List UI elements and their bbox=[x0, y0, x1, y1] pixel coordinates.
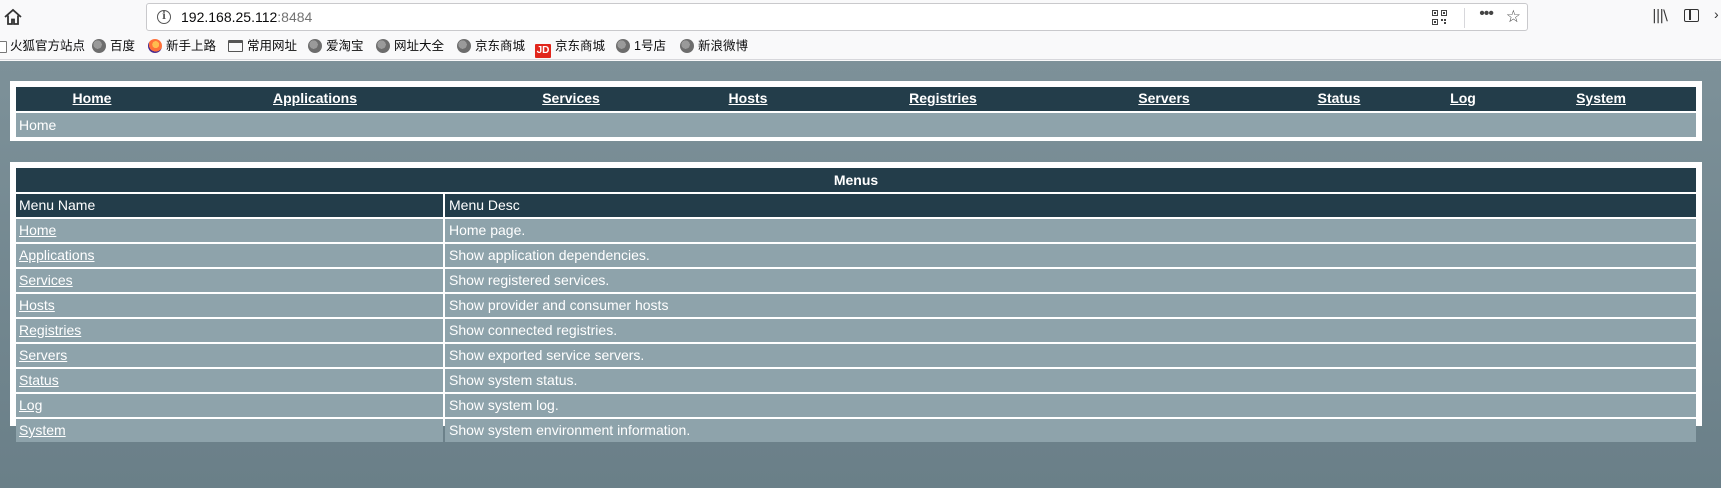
bookmark-label: 新手上路 bbox=[166, 39, 217, 53]
page-content: Home Applications Services Hosts Registr… bbox=[0, 61, 1721, 488]
url-text[interactable]: 192.168.25.112:8484 bbox=[181, 9, 312, 25]
table-row: Servers Show exported service servers. bbox=[16, 344, 1696, 367]
menu-name-cell: Applications bbox=[16, 244, 443, 267]
site-info-icon[interactable]: i bbox=[157, 10, 171, 24]
library-icon[interactable]: |||\ bbox=[1652, 8, 1668, 24]
bookmark-label: 1号店 bbox=[634, 39, 666, 53]
menu-name-cell: Services bbox=[16, 269, 443, 292]
bookmark-folder[interactable]: 常用网址 bbox=[228, 39, 297, 56]
globe-icon bbox=[376, 39, 390, 53]
nav-status[interactable]: Status bbox=[1318, 90, 1361, 106]
menu-desc-cell: Show exported service servers. bbox=[445, 344, 1696, 367]
menu-desc-cell: Show system log. bbox=[445, 394, 1696, 417]
browser-toolbar: i 192.168.25.112:8484 ••• ☆ |||\ › bbox=[0, 0, 1721, 34]
menu-name-cell: Status bbox=[16, 369, 443, 392]
table-row: Registries Show connected registries. bbox=[16, 319, 1696, 342]
overflow-menu-icon[interactable]: › bbox=[1714, 6, 1719, 22]
menu-name-cell: System bbox=[16, 419, 443, 442]
menu-desc-cell: Show provider and consumer hosts bbox=[445, 294, 1696, 317]
menu-link-log[interactable]: Log bbox=[19, 397, 42, 413]
menu-name-cell: Servers bbox=[16, 344, 443, 367]
bookmarks-bar: 火狐官方站点 百度 新手上路 常用网址 爱淘宝 网址大全 京东商城 JD 京东商城… bbox=[0, 34, 1721, 60]
menu-link-applications[interactable]: Applications bbox=[19, 247, 95, 263]
menu-link-system[interactable]: System bbox=[19, 422, 66, 438]
bookmark-item[interactable]: 1号店 bbox=[616, 39, 666, 56]
bookmark-star-icon[interactable]: ☆ bbox=[1506, 7, 1521, 27]
url-separator bbox=[1464, 8, 1465, 28]
bookmark-item[interactable]: 网址大全 bbox=[376, 39, 444, 56]
globe-icon bbox=[92, 39, 106, 53]
bookmark-label: 京东商城 bbox=[475, 39, 526, 53]
table-row: Log Show system log. bbox=[16, 394, 1696, 417]
bookmark-label: 爱淘宝 bbox=[326, 39, 364, 53]
nav-panel: Home Applications Services Hosts Registr… bbox=[10, 81, 1702, 141]
table-row: System Show system environment informati… bbox=[16, 419, 1696, 442]
nav-services[interactable]: Services bbox=[542, 90, 600, 106]
bookmark-item[interactable]: 火狐官方站点 bbox=[0, 39, 85, 56]
menus-panel: Menus Menu Name Menu Desc Home Home page… bbox=[10, 162, 1702, 442]
globe-icon bbox=[457, 39, 471, 53]
breadcrumb: Home bbox=[16, 113, 1696, 137]
jd-icon: JD bbox=[535, 44, 551, 58]
nav-registries[interactable]: Registries bbox=[909, 90, 977, 106]
bookmark-item[interactable]: 新浪微博 bbox=[680, 39, 748, 56]
bookmark-label: 京东商城 bbox=[555, 39, 606, 53]
table-row: Applications Show application dependenci… bbox=[16, 244, 1696, 267]
bookmark-item[interactable]: 爱淘宝 bbox=[308, 39, 364, 56]
menu-name-cell: Home bbox=[16, 219, 443, 242]
menus-title: Menus bbox=[16, 168, 1696, 192]
nav-system[interactable]: System bbox=[1576, 90, 1626, 106]
menu-desc-cell: Show application dependencies. bbox=[445, 244, 1696, 267]
bookmark-item[interactable]: JD 京东商城 bbox=[535, 39, 606, 58]
table-row: Services Show registered services. bbox=[16, 269, 1696, 292]
bookmark-label: 常用网址 bbox=[247, 39, 298, 53]
page-actions-icon[interactable]: ••• bbox=[1479, 5, 1494, 23]
nav-log[interactable]: Log bbox=[1450, 90, 1476, 106]
menu-link-services[interactable]: Services bbox=[19, 272, 73, 288]
home-icon[interactable] bbox=[2, 6, 24, 28]
bookmark-label: 网址大全 bbox=[394, 39, 445, 53]
menu-name-cell: Registries bbox=[16, 319, 443, 342]
folder-icon bbox=[228, 40, 243, 52]
nav-applications[interactable]: Applications bbox=[273, 90, 357, 106]
address-bar[interactable]: i 192.168.25.112:8484 ••• ☆ bbox=[146, 3, 1528, 31]
url-host: 192.168.25.112 bbox=[181, 9, 278, 25]
qr-code-icon[interactable] bbox=[1432, 10, 1447, 25]
bookmark-label: 百度 bbox=[110, 39, 136, 53]
nav-home[interactable]: Home bbox=[73, 90, 112, 106]
bookmark-item[interactable]: 百度 bbox=[92, 39, 135, 56]
menu-desc-cell: Show system status. bbox=[445, 369, 1696, 392]
table-header-row: Menu Name Menu Desc bbox=[16, 194, 1696, 217]
menu-link-registries[interactable]: Registries bbox=[19, 322, 81, 338]
menu-link-hosts[interactable]: Hosts bbox=[19, 297, 55, 313]
main-nav: Home Applications Services Hosts Registr… bbox=[16, 87, 1696, 111]
menu-desc-cell: Home page. bbox=[445, 219, 1696, 242]
column-header-menu-desc: Menu Desc bbox=[445, 194, 1696, 217]
menu-link-status[interactable]: Status bbox=[19, 372, 59, 388]
table-row: Home Home page. bbox=[16, 219, 1696, 242]
menu-desc-cell: Show registered services. bbox=[445, 269, 1696, 292]
bookmark-item[interactable]: 新手上路 bbox=[148, 39, 216, 56]
menu-desc-cell: Show system environment information. bbox=[445, 419, 1696, 442]
document-icon bbox=[0, 41, 7, 53]
bookmark-item[interactable]: 京东商城 bbox=[457, 39, 525, 56]
globe-icon bbox=[308, 39, 322, 53]
url-port: :8484 bbox=[277, 9, 313, 25]
globe-icon bbox=[616, 39, 630, 53]
firefox-icon bbox=[148, 39, 162, 53]
sidebar-icon[interactable] bbox=[1684, 9, 1699, 22]
table-row: Hosts Show provider and consumer hosts bbox=[16, 294, 1696, 317]
table-row: Status Show system status. bbox=[16, 369, 1696, 392]
menu-name-cell: Hosts bbox=[16, 294, 443, 317]
bookmark-label: 新浪微博 bbox=[698, 39, 749, 53]
nav-hosts[interactable]: Hosts bbox=[729, 90, 768, 106]
menu-desc-cell: Show connected registries. bbox=[445, 319, 1696, 342]
menu-link-servers[interactable]: Servers bbox=[19, 347, 67, 363]
globe-icon bbox=[680, 39, 694, 53]
menu-name-cell: Log bbox=[16, 394, 443, 417]
menu-link-home[interactable]: Home bbox=[19, 222, 56, 238]
nav-servers[interactable]: Servers bbox=[1138, 90, 1189, 106]
column-header-menu-name: Menu Name bbox=[16, 194, 443, 217]
bookmark-label: 火狐官方站点 bbox=[10, 39, 86, 53]
